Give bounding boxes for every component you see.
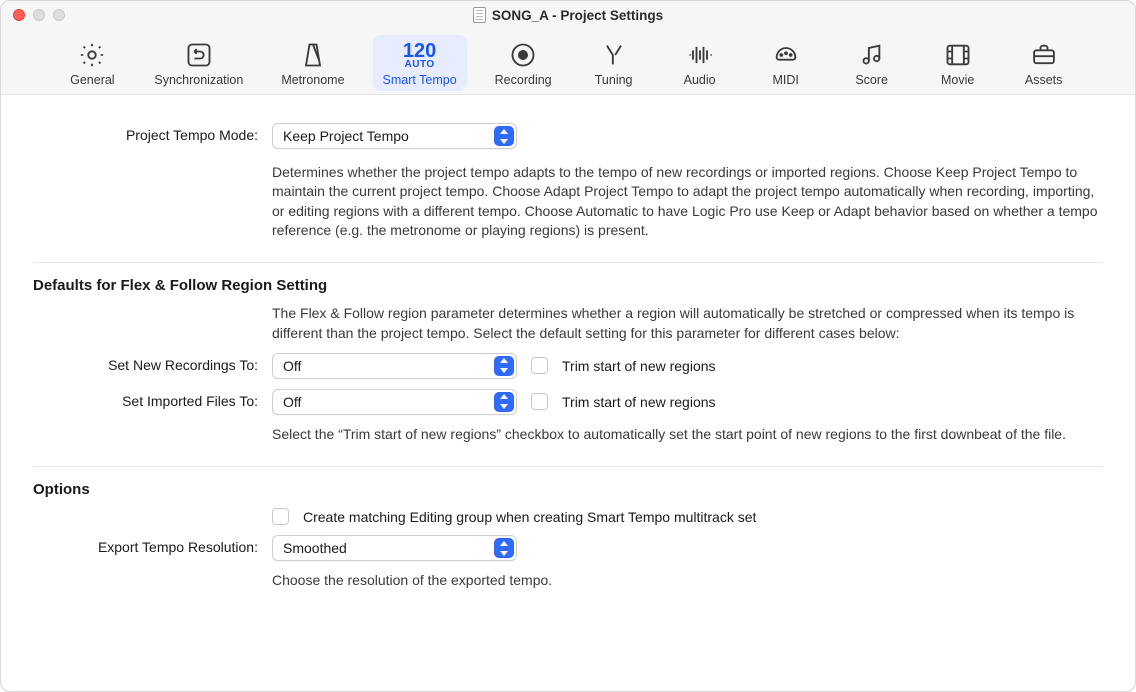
popup-stepper-icon: [494, 126, 514, 146]
briefcase-icon: [1030, 41, 1058, 69]
popup-stepper-icon: [494, 392, 514, 412]
tab-midi[interactable]: MIDI: [752, 35, 820, 91]
export-tempo-resolution-value: Smoothed: [283, 540, 347, 556]
tab-assets-label: Assets: [1025, 73, 1063, 87]
trim-description: Select the “Trim start of new regions” c…: [272, 425, 1103, 444]
set-new-recordings-popup[interactable]: Off: [272, 353, 517, 379]
section-divider: [33, 262, 1103, 263]
settings-toolbar: General Synchronization Metronome 120 AU…: [1, 29, 1135, 94]
tab-movie[interactable]: Movie: [924, 35, 992, 91]
midi-icon: [772, 41, 800, 69]
record-icon: [509, 41, 537, 69]
gear-icon: [78, 41, 106, 69]
popup-stepper-icon: [494, 356, 514, 376]
tab-score-label: Score: [855, 73, 888, 87]
tab-movie-label: Movie: [941, 73, 974, 87]
tuning-fork-icon: [600, 41, 628, 69]
section-divider: [33, 466, 1103, 467]
project-settings-window: SONG_A - Project Settings General Synchr…: [0, 0, 1136, 692]
smart-tempo-icon: 120 AUTO: [403, 41, 436, 69]
trim-new-recordings-label: Trim start of new regions: [562, 358, 716, 374]
options-heading: Options: [33, 481, 1103, 498]
titlebar: SONG_A - Project Settings: [1, 1, 1135, 29]
trim-new-recordings-checkbox[interactable]: [531, 357, 548, 374]
set-new-recordings-value: Off: [283, 358, 301, 374]
flex-follow-heading: Defaults for Flex & Follow Region Settin…: [33, 277, 1103, 294]
smart-tempo-panel: Project Tempo Mode: Keep Project Tempo D…: [1, 94, 1135, 691]
tab-recording[interactable]: Recording: [485, 35, 562, 91]
tab-general-label: General: [70, 73, 114, 87]
sync-icon: [185, 41, 213, 69]
tab-score[interactable]: Score: [838, 35, 906, 91]
tab-smart-tempo[interactable]: 120 AUTO Smart Tempo: [373, 35, 467, 91]
tab-general[interactable]: General: [58, 35, 126, 91]
project-tempo-mode-popup[interactable]: Keep Project Tempo: [272, 123, 517, 149]
tab-audio-label: Audio: [684, 73, 716, 87]
trim-imported-checkbox[interactable]: [531, 393, 548, 410]
tab-recording-label: Recording: [495, 73, 552, 87]
project-tempo-mode-description: Determines whether the project tempo ada…: [272, 163, 1103, 240]
waveform-icon: [686, 41, 714, 69]
minimize-window-button[interactable]: [33, 9, 45, 21]
set-new-recordings-label: Set New Recordings To:: [33, 353, 258, 373]
tab-midi-label: MIDI: [772, 73, 798, 87]
film-icon: [944, 41, 972, 69]
traffic-lights: [13, 9, 65, 21]
document-icon: [473, 7, 486, 23]
tab-synchronization[interactable]: Synchronization: [144, 35, 253, 91]
metronome-icon: [299, 41, 327, 69]
tab-smart-tempo-label: Smart Tempo: [383, 73, 457, 87]
set-imported-files-label: Set Imported Files To:: [33, 389, 258, 409]
export-tempo-resolution-description: Choose the resolution of the exported te…: [272, 571, 1103, 590]
music-notes-icon: [858, 41, 886, 69]
tab-audio[interactable]: Audio: [666, 35, 734, 91]
create-editing-group-checkbox[interactable]: [272, 508, 289, 525]
zoom-window-button[interactable]: [53, 9, 65, 21]
project-tempo-mode-label: Project Tempo Mode:: [33, 123, 258, 143]
set-imported-files-popup[interactable]: Off: [272, 389, 517, 415]
tab-tuning-label: Tuning: [595, 73, 633, 87]
set-imported-files-value: Off: [283, 394, 301, 410]
trim-imported-label: Trim start of new regions: [562, 394, 716, 410]
close-window-button[interactable]: [13, 9, 25, 21]
tab-metronome[interactable]: Metronome: [271, 35, 354, 91]
tab-assets[interactable]: Assets: [1010, 35, 1078, 91]
export-tempo-resolution-label: Export Tempo Resolution:: [33, 535, 258, 555]
export-tempo-resolution-popup[interactable]: Smoothed: [272, 535, 517, 561]
tab-sync-label: Synchronization: [154, 73, 243, 87]
create-editing-group-label: Create matching Editing group when creat…: [303, 509, 756, 525]
window-title-text: SONG_A - Project Settings: [492, 8, 663, 23]
window-title: SONG_A - Project Settings: [1, 7, 1135, 23]
project-tempo-mode-value: Keep Project Tempo: [283, 128, 409, 144]
flex-follow-intro: The Flex & Follow region parameter deter…: [272, 304, 1103, 343]
tab-metronome-label: Metronome: [281, 73, 344, 87]
tab-tuning[interactable]: Tuning: [580, 35, 648, 91]
popup-stepper-icon: [494, 538, 514, 558]
